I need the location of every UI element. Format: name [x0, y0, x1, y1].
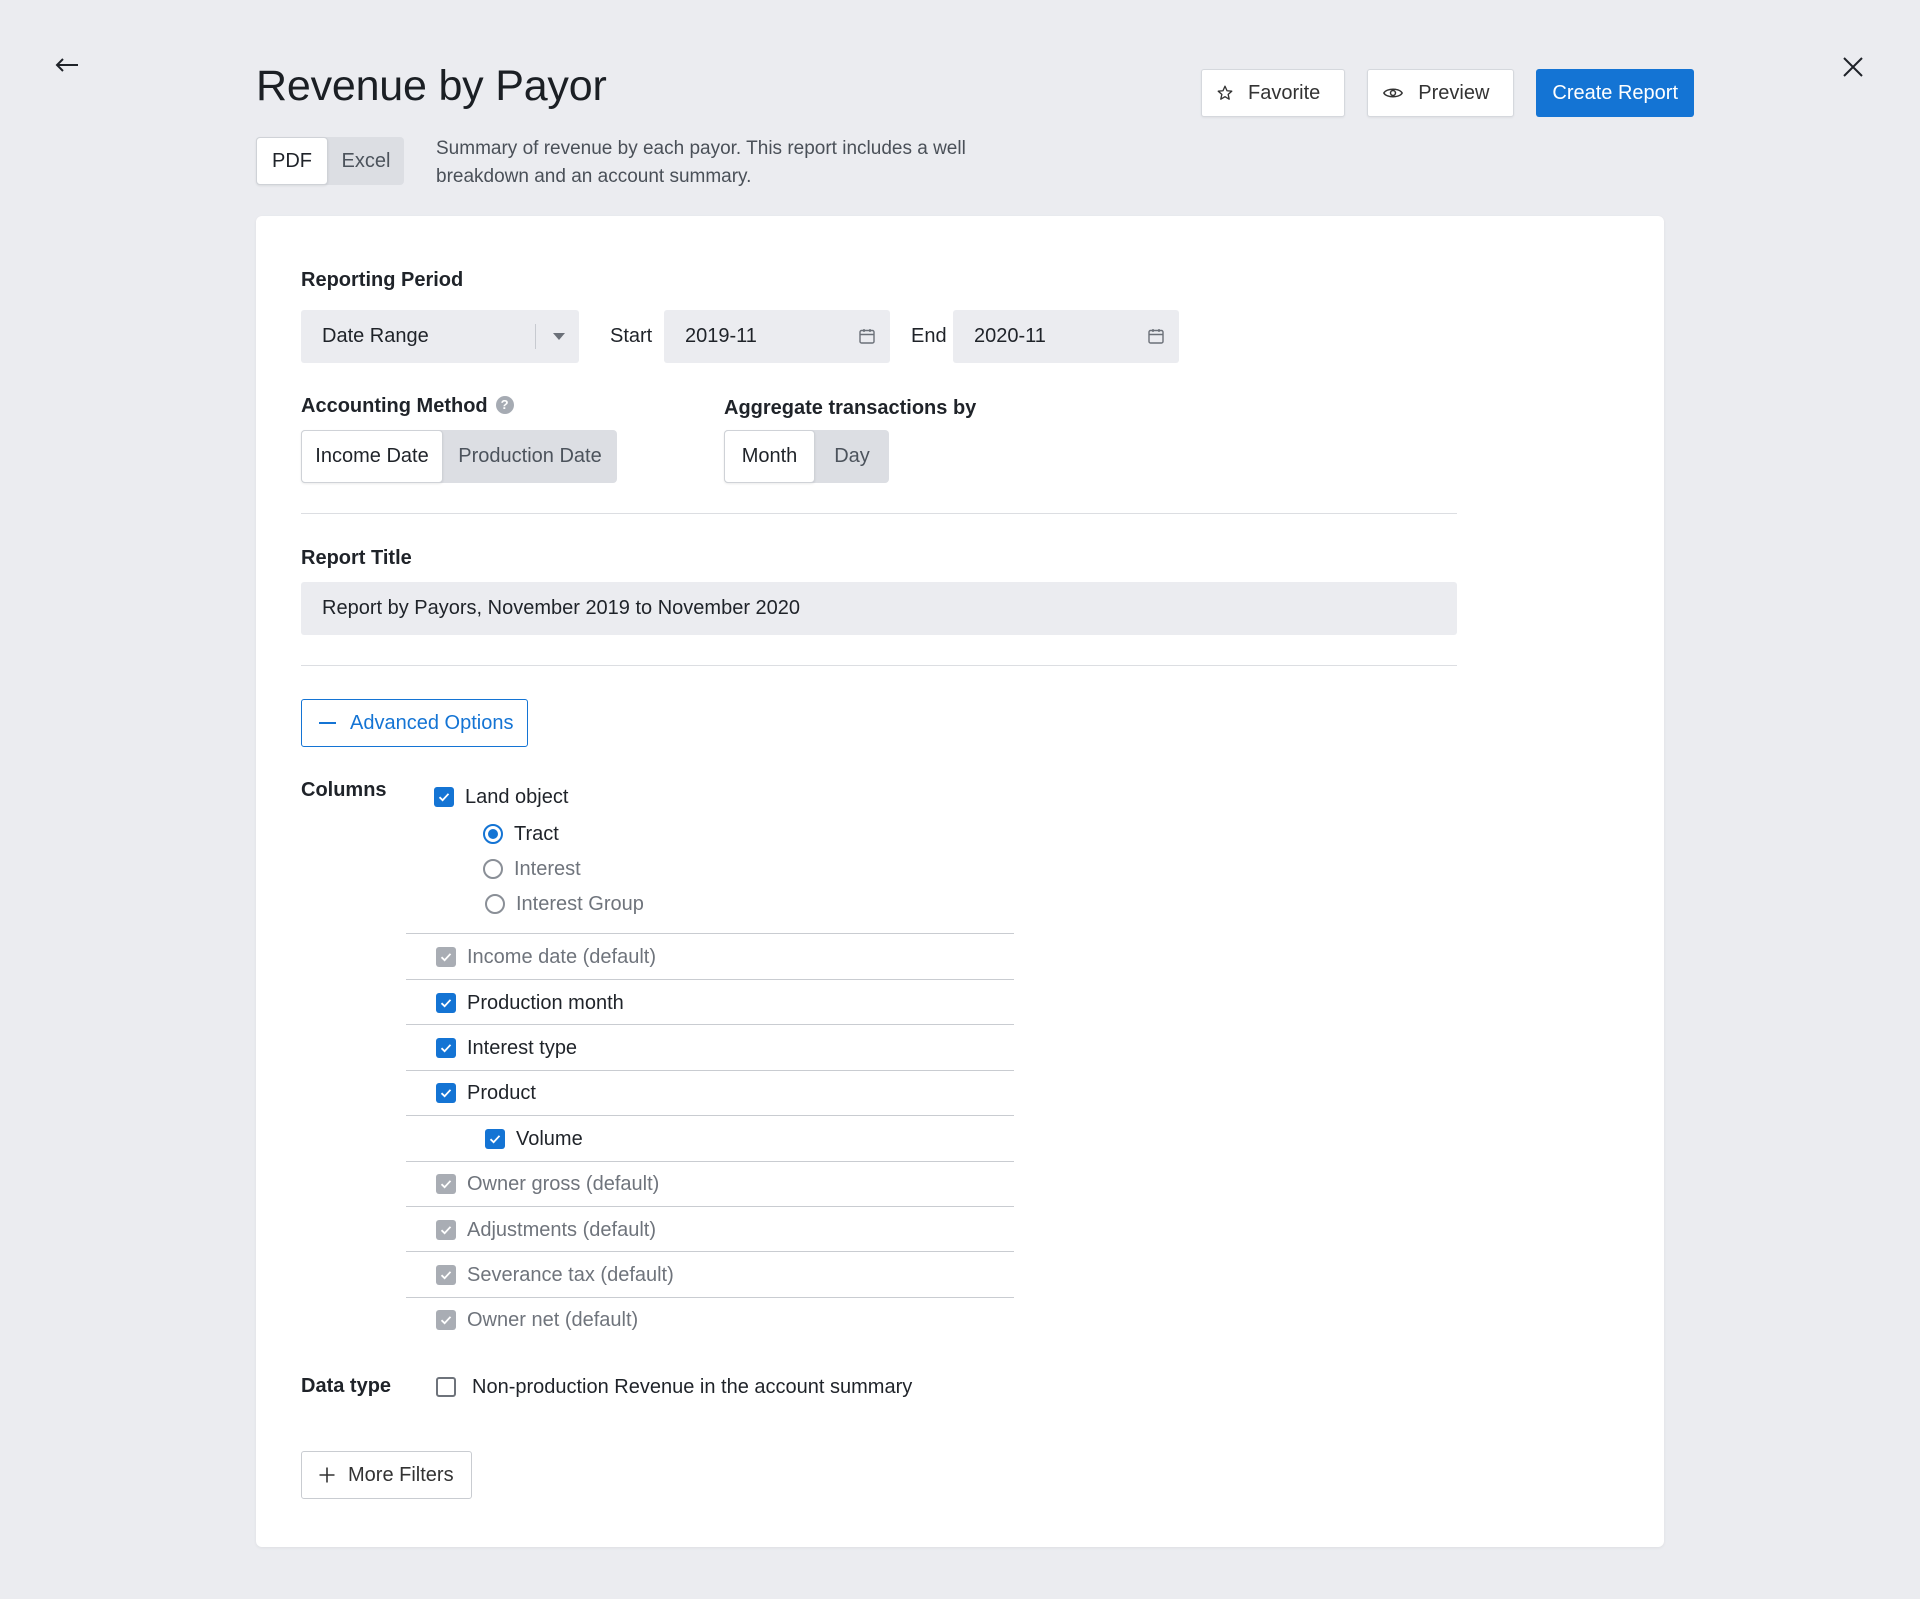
- volume-label: Volume: [516, 1128, 583, 1150]
- divider: [301, 665, 1457, 666]
- day-option[interactable]: Day: [815, 430, 889, 483]
- favorite-button[interactable]: Favorite: [1201, 69, 1346, 117]
- product-label: Product: [467, 1082, 536, 1104]
- owner-gross-label: Owner gross (default): [467, 1173, 660, 1195]
- income-date-label: Income date (default): [467, 946, 656, 968]
- interest-type-label: Interest type: [467, 1037, 578, 1059]
- accounting-method-text: Accounting Method: [301, 395, 488, 417]
- product-checkbox[interactable]: [436, 1083, 456, 1103]
- select-divider: [535, 324, 536, 349]
- preview-label: Preview: [1418, 81, 1490, 104]
- column-separator: [406, 1206, 1014, 1207]
- calendar-icon[interactable]: [858, 327, 876, 345]
- production-date-option[interactable]: Production Date: [443, 430, 617, 483]
- interest-label: Interest: [514, 858, 581, 880]
- column-separator: [406, 1297, 1014, 1298]
- aggregate-label: Aggregate transactions by: [724, 397, 977, 419]
- tract-radio[interactable]: [483, 824, 503, 844]
- severance-tax-checkbox: [436, 1265, 456, 1285]
- more-filters-button[interactable]: More Filters: [301, 1451, 472, 1499]
- reporting-period-label: Reporting Period: [301, 269, 464, 291]
- tract-label: Tract: [514, 823, 559, 845]
- start-date-input[interactable]: 2019-11: [664, 310, 890, 363]
- adjustments-checkbox: [436, 1220, 456, 1240]
- check-icon: [489, 1135, 501, 1144]
- end-label: End: [911, 325, 947, 347]
- start-label: Start: [610, 325, 653, 347]
- column-separator: [406, 979, 1014, 980]
- start-date-value: 2019-11: [685, 325, 757, 347]
- columns-label: Columns: [301, 779, 387, 801]
- production-month-checkbox[interactable]: [436, 993, 456, 1013]
- report-description: Summary of revenue by each payor. This r…: [436, 138, 966, 187]
- owner-gross-checkbox: [436, 1174, 456, 1194]
- format-excel-option[interactable]: Excel: [328, 137, 404, 185]
- chevron-down-icon: [553, 333, 565, 340]
- aggregate-toggle: Month Day: [724, 430, 889, 483]
- format-pdf-option[interactable]: PDF: [256, 137, 328, 185]
- end-date-value: 2020-11: [974, 325, 1046, 347]
- check-icon: [440, 1044, 452, 1053]
- report-title-label: Report Title: [301, 547, 412, 569]
- accounting-method-label: Accounting Method?: [301, 395, 514, 418]
- land-object-checkbox[interactable]: [434, 787, 454, 807]
- favorite-label: Favorite: [1248, 81, 1321, 104]
- volume-checkbox[interactable]: [485, 1129, 505, 1149]
- advanced-options-button[interactable]: Advanced Options: [301, 699, 528, 747]
- check-icon: [440, 1226, 452, 1235]
- check-icon: [440, 1089, 452, 1098]
- check-icon: [440, 999, 452, 1008]
- income-date-option[interactable]: Income Date: [301, 430, 443, 483]
- production-month-label: Production month: [467, 992, 624, 1014]
- eye-icon: [1383, 88, 1404, 98]
- check-icon: [440, 1180, 452, 1189]
- report-settings-card: Reporting Period Date Range Start 2019-1…: [256, 216, 1664, 1547]
- adjustments-label: Adjustments (default): [467, 1219, 656, 1241]
- non-production-revenue-label: Non-production Revenue in the account su…: [472, 1376, 913, 1398]
- star-icon: [1217, 85, 1233, 100]
- interest-type-checkbox[interactable]: [436, 1038, 456, 1058]
- plus-icon: [319, 1467, 335, 1483]
- column-separator: [406, 1161, 1014, 1162]
- advanced-options-label: Advanced Options: [350, 711, 514, 734]
- period-type-value: Date Range: [322, 325, 429, 347]
- report-title-value: Report by Payors, November 2019 to Novem…: [322, 597, 801, 619]
- check-icon: [440, 1316, 452, 1325]
- close-icon[interactable]: [1838, 52, 1868, 82]
- minus-icon: [319, 722, 336, 724]
- land-object-label: Land object: [465, 786, 569, 808]
- income-date-checkbox: [436, 947, 456, 967]
- month-option[interactable]: Month: [724, 430, 815, 483]
- accounting-method-toggle: Income Date Production Date: [301, 430, 617, 483]
- owner-net-label: Owner net (default): [467, 1309, 639, 1331]
- preview-button[interactable]: Preview: [1367, 69, 1515, 117]
- check-icon: [438, 793, 450, 802]
- column-separator: [406, 1251, 1014, 1252]
- help-icon[interactable]: ?: [495, 395, 514, 414]
- more-filters-label: More Filters: [348, 1463, 454, 1486]
- non-production-revenue-checkbox[interactable]: [436, 1377, 456, 1397]
- header-actions: Favorite Preview Create Report: [1201, 69, 1695, 117]
- period-type-select[interactable]: Date Range: [301, 310, 579, 363]
- divider: [301, 513, 1457, 514]
- format-toggle: PDF Excel: [256, 137, 404, 185]
- back-arrow-icon[interactable]: [52, 50, 82, 80]
- interest-group-label: Interest Group: [516, 893, 644, 915]
- interest-group-radio[interactable]: [485, 894, 505, 914]
- check-icon: [440, 953, 452, 962]
- check-icon: [440, 1271, 452, 1280]
- severance-tax-label: Severance tax (default): [467, 1264, 674, 1286]
- data-type-label: Data type: [301, 1375, 392, 1397]
- page-title: Revenue by Payor: [256, 62, 607, 110]
- calendar-icon[interactable]: [1147, 327, 1165, 345]
- report-title-input[interactable]: Report by Payors, November 2019 to Novem…: [301, 582, 1457, 635]
- column-separator: [406, 1115, 1014, 1116]
- end-date-input[interactable]: 2020-11: [953, 310, 1179, 363]
- column-separator: [406, 1024, 1014, 1025]
- interest-radio[interactable]: [483, 859, 503, 879]
- column-separator: [406, 1070, 1014, 1071]
- owner-net-checkbox: [436, 1310, 456, 1330]
- column-separator: [406, 933, 1014, 934]
- create-report-button[interactable]: Create Report: [1536, 69, 1695, 117]
